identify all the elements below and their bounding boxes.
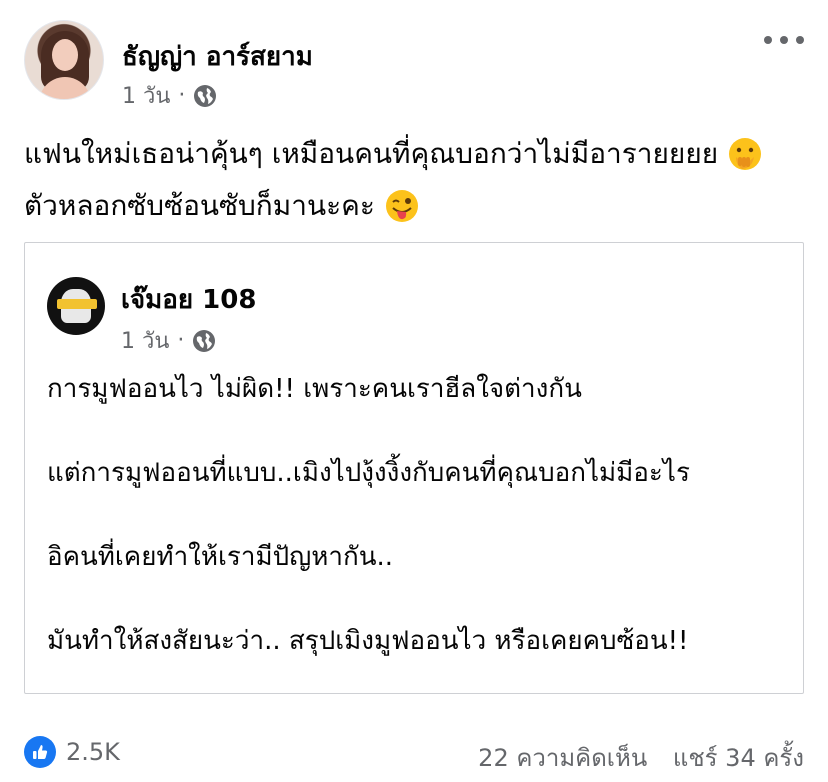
- shared-post-card[interactable]: เจ๊มอย 108 1 วัน · การมูฟออนไว ไม่ผิด!! …: [24, 242, 804, 694]
- reaction-count[interactable]: 2.5K: [66, 738, 120, 766]
- post-meta: 1 วัน ·: [122, 78, 217, 113]
- shared-post-meta: 1 วัน ·: [121, 323, 216, 358]
- post-text: แฟนใหม่เธอน่าคุ้นๆ เหมือนคนที่คุณบอกว่าไ…: [24, 128, 814, 232]
- meta-separator: ·: [178, 83, 186, 108]
- author-avatar[interactable]: [24, 20, 104, 100]
- shared-post-time[interactable]: 1 วัน: [121, 323, 169, 358]
- post-time[interactable]: 1 วัน: [122, 78, 170, 113]
- hand-over-mouth-emoji-icon: [729, 138, 762, 170]
- shared-paragraph: มันทำให้สงสัยนะว่า.. สรุปเมิงมูฟออนไว หร…: [47, 626, 689, 656]
- meta-separator: ·: [177, 328, 185, 353]
- shared-paragraph: อิคนที่เคยทำให้เรามีปัญหากัน..: [47, 542, 394, 572]
- shared-post-text: การมูฟออนไว ไม่ผิด!! เพราะคนเราฮีลใจต่าง…: [47, 371, 787, 707]
- post-text-line: แฟนใหม่เธอน่าคุ้นๆ เหมือนคนที่คุณบอกว่าไ…: [24, 137, 719, 170]
- comments-count[interactable]: 22 ความคิดเห็น: [478, 744, 647, 772]
- shared-author-name[interactable]: เจ๊มอย 108: [121, 279, 256, 320]
- post-header: ธัญญ่า อาร์สยาม 1 วัน ·: [24, 20, 814, 110]
- shared-paragraph: การมูฟออนไว ไม่ผิด!! เพราะคนเราฮีลใจต่าง…: [47, 374, 582, 404]
- more-options-icon[interactable]: [764, 28, 804, 52]
- shared-paragraph: แต่การมูฟออนที่แบบ..เมิงไปงุ้งงิ้งกับคนท…: [47, 458, 690, 488]
- like-icon[interactable]: [24, 736, 56, 768]
- shared-author-avatar[interactable]: [47, 277, 105, 335]
- engagement-stats: 22 ความคิดเห็น แชร์ 34 ครั้ง: [460, 738, 804, 777]
- author-name[interactable]: ธัญญ่า อาร์สยาม: [122, 36, 313, 77]
- post-text-line: ตัวหลอกซับซ้อนซับก็มานะคะ: [24, 189, 375, 222]
- post-footer: 2.5K 22 ความคิดเห็น แชร์ 34 ครั้ง: [24, 734, 814, 774]
- globe-icon[interactable]: [192, 329, 216, 353]
- globe-icon[interactable]: [193, 84, 217, 108]
- shares-count[interactable]: แชร์ 34 ครั้ง: [673, 744, 804, 772]
- winking-tongue-emoji-icon: [385, 190, 418, 222]
